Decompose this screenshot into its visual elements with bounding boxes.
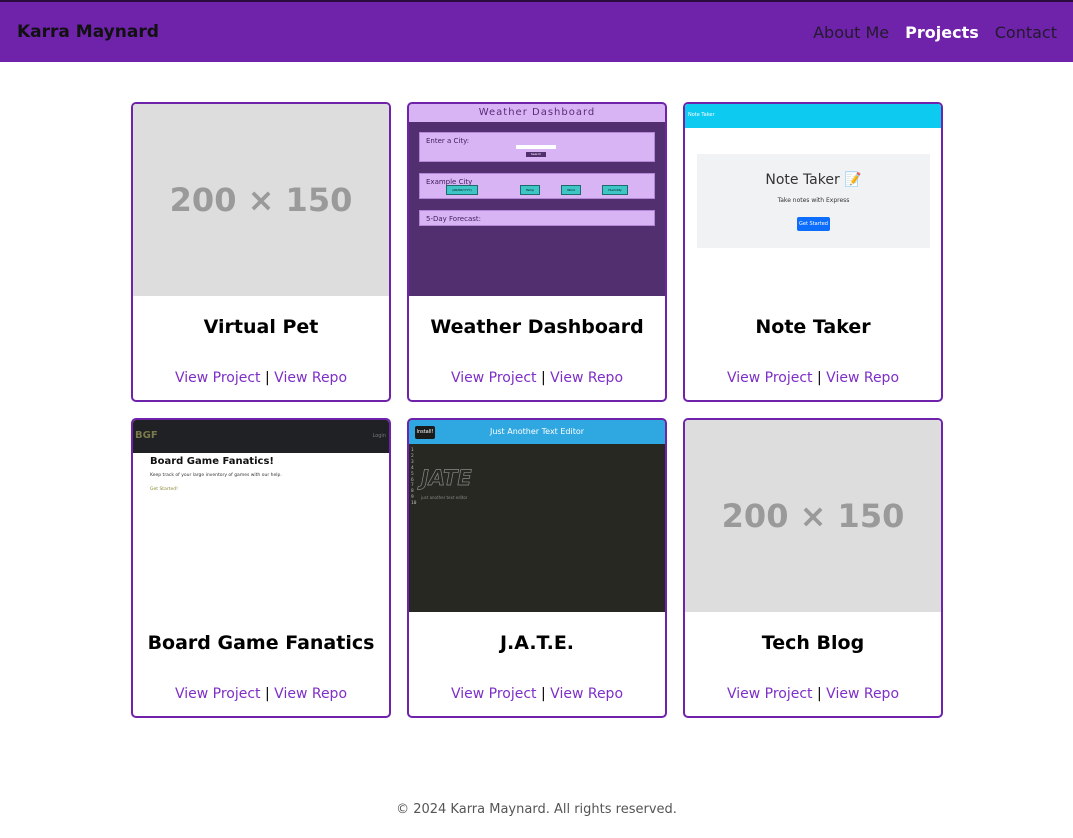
thumb-nav-title: Note Taker: [688, 112, 715, 118]
thumb-line-numbers: 1 2 3 4 5 6 7 8 9 10: [411, 448, 417, 507]
navbar: Karra Maynard About Me Projects Contact: [0, 0, 1073, 62]
thumb-text: Keep track of your large inventory of ga…: [150, 473, 282, 478]
project-title: Note Taker: [755, 316, 871, 338]
link-separator: |: [541, 370, 551, 386]
project-image-placeholder: 200 × 150: [133, 104, 389, 296]
placeholder-text: 200 × 150: [721, 497, 905, 535]
nav-contact[interactable]: Contact: [995, 23, 1057, 42]
view-project-link[interactable]: View Project: [175, 370, 261, 386]
project-links: View Project | View Repo: [409, 370, 665, 386]
thumb-heading: Note Taker 📝: [765, 172, 862, 188]
project-title: Virtual Pet: [203, 316, 319, 338]
thumb-wind: Wind: [561, 185, 581, 195]
project-screenshot: Weather Dashboard Enter a City: Search E…: [409, 104, 665, 296]
thumb-logo: JATE: [421, 466, 472, 491]
project-links: View Project | View Repo: [133, 686, 389, 702]
project-title: J.A.T.E.: [499, 632, 575, 654]
project-card-jate: Install! Just Another Text Editor 1 2 3 …: [407, 418, 667, 718]
view-repo-link[interactable]: View Repo: [826, 686, 899, 702]
view-project-link[interactable]: View Project: [727, 686, 813, 702]
thumb-temp: Temp: [520, 185, 540, 195]
project-card-virtual-pet: 200 × 150 Virtual Pet View Project | Vie…: [131, 102, 391, 402]
nav-links: About Me Projects Contact: [813, 23, 1057, 42]
thumb-logo: BGF: [135, 430, 158, 441]
view-repo-link[interactable]: View Repo: [550, 370, 623, 386]
project-title: Board Game Fanatics: [147, 632, 375, 654]
view-project-link[interactable]: View Project: [451, 686, 537, 702]
project-card-board-game-fanatics: BGF Login Board Game Fanatics! Keep trac…: [131, 418, 391, 718]
project-card-weather-dashboard: Weather Dashboard Enter a City: Search E…: [407, 102, 667, 402]
footer-copyright: © 2024 Karra Maynard. All rights reserve…: [396, 802, 677, 817]
view-repo-link[interactable]: View Repo: [826, 370, 899, 386]
thumb-heading: Board Game Fanatics!: [150, 456, 274, 467]
project-card-note-taker: Note Taker Note Taker 📝 Take notes with …: [683, 102, 943, 402]
thumb-get-started-button: Get Started: [797, 217, 830, 231]
view-project-link[interactable]: View Project: [175, 686, 261, 702]
project-screenshot: Install! Just Another Text Editor 1 2 3 …: [409, 420, 665, 612]
thumb-subtitle: just another text editor: [421, 495, 468, 500]
thumb-subtitle: Take notes with Express: [777, 197, 850, 204]
placeholder-text: 200 × 150: [169, 181, 353, 219]
brand-name[interactable]: Karra Maynard: [17, 22, 159, 42]
link-separator: |: [265, 370, 275, 386]
project-image-placeholder: 200 × 150: [685, 420, 941, 612]
project-links: View Project | View Repo: [409, 686, 665, 702]
project-card-tech-blog: 200 × 150 Tech Blog View Project | View …: [683, 418, 943, 718]
project-title: Weather Dashboard: [430, 316, 644, 338]
thumb-navbar: BGF Login: [133, 420, 389, 453]
view-project-link[interactable]: View Project: [451, 370, 537, 386]
nav-projects[interactable]: Projects: [905, 23, 979, 42]
thumb-jumbotron: Note Taker 📝 Take notes with Express Get…: [697, 154, 930, 248]
thumb-navbar: Note Taker: [685, 104, 941, 128]
thumb-date: (00/00/YYYY): [446, 185, 478, 195]
thumb-forecast-panel: 5-Day Forecast:: [419, 210, 655, 226]
nav-about-me[interactable]: About Me: [813, 23, 889, 42]
thumb-humidity: Humidity: [602, 185, 628, 195]
link-separator: |: [265, 686, 275, 702]
project-links: View Project | View Repo: [133, 370, 389, 386]
thumb-title: Just Another Text Editor: [489, 427, 585, 436]
thumb-cta: Get Started!: [150, 487, 178, 492]
view-repo-link[interactable]: View Repo: [274, 686, 347, 702]
project-links: View Project | View Repo: [685, 686, 941, 702]
thumb-search-panel: Enter a City: Search: [419, 132, 655, 162]
thumb-today-panel: Example City (00/00/YYYY) Temp Wind Humi…: [419, 173, 655, 199]
view-repo-link[interactable]: View Repo: [274, 370, 347, 386]
view-repo-link[interactable]: View Repo: [550, 686, 623, 702]
link-separator: |: [817, 370, 827, 386]
thumb-login: Login: [372, 433, 387, 439]
thumb-enter-city: Enter a City:: [426, 137, 470, 145]
thumb-city-input: [516, 145, 556, 149]
thumb-navbar: Install! Just Another Text Editor: [409, 420, 665, 444]
view-project-link[interactable]: View Project: [727, 370, 813, 386]
link-separator: |: [817, 686, 827, 702]
thumb-search-button: Search: [526, 152, 546, 157]
project-screenshot: Note Taker Note Taker 📝 Take notes with …: [685, 104, 941, 296]
thumb-header: Weather Dashboard: [409, 104, 665, 122]
thumb-forecast-label: 5-Day Forecast:: [426, 215, 482, 223]
project-grid: 200 × 150 Virtual Pet View Project | Vie…: [131, 102, 943, 718]
project-screenshot: BGF Login Board Game Fanatics! Keep trac…: [133, 420, 389, 612]
project-title: Tech Blog: [761, 632, 865, 654]
link-separator: |: [541, 686, 551, 702]
project-links: View Project | View Repo: [685, 370, 941, 386]
